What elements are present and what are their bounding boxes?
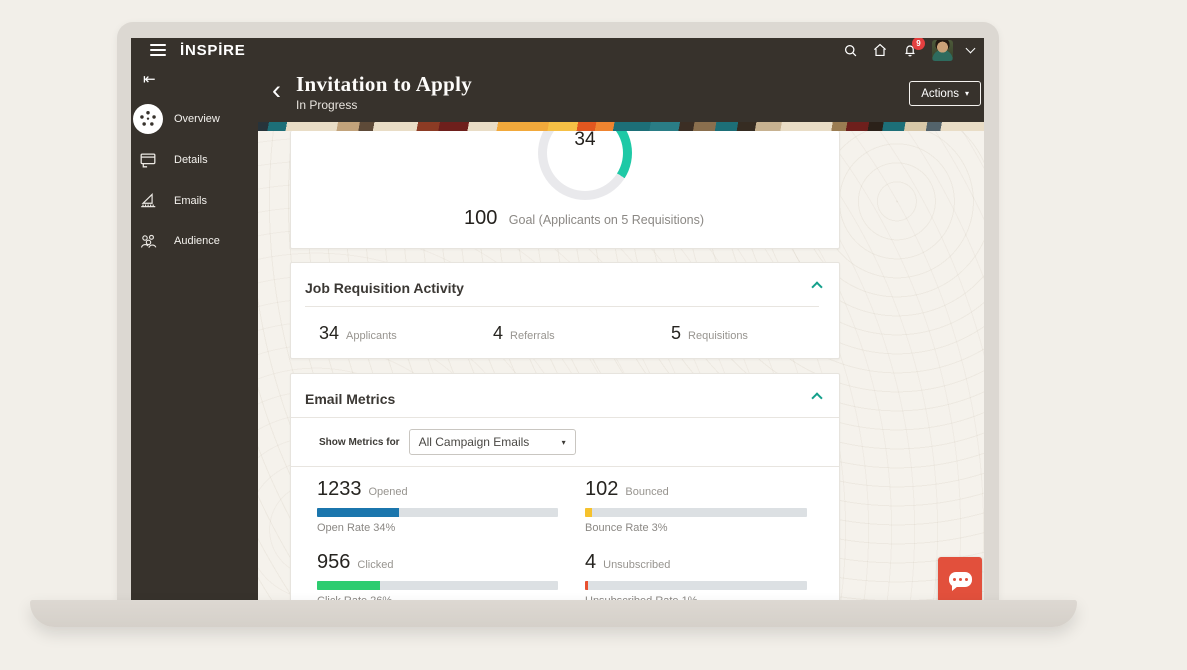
sidebar-item-details[interactable]: Details bbox=[131, 144, 258, 176]
home-icon[interactable] bbox=[872, 42, 888, 58]
metric-clicked: 956 Clicked Click Rate 26% bbox=[317, 551, 558, 600]
sidebar-item-label: Emails bbox=[174, 195, 207, 207]
laptop-base bbox=[30, 600, 1077, 627]
chat-support-button[interactable] bbox=[938, 557, 982, 600]
app-window: İNSPİRE 9 ⇤ bbox=[131, 38, 984, 600]
sidebar-nav: ⇤ Overview Details bbox=[131, 62, 258, 600]
overview-icon bbox=[133, 104, 163, 134]
chat-bubble-icon bbox=[949, 572, 972, 587]
user-avatar[interactable] bbox=[932, 40, 953, 61]
sidebar-item-emails[interactable]: Emails bbox=[131, 185, 258, 217]
hamburger-menu-icon[interactable] bbox=[150, 44, 166, 56]
section-title: Job Requisition Activity bbox=[305, 280, 819, 296]
notification-count-badge: 9 bbox=[912, 38, 925, 50]
section-title: Email Metrics bbox=[305, 391, 839, 407]
goal-target-label: Goal (Applicants on 5 Requisitions) bbox=[509, 213, 704, 227]
back-chevron-icon[interactable]: ‹ bbox=[272, 77, 281, 104]
notifications-bell-icon[interactable]: 9 bbox=[902, 42, 918, 58]
laptop-frame: İNSPİRE 9 ⇤ bbox=[117, 22, 999, 600]
sidebar-collapse-icon[interactable]: ⇤ bbox=[143, 70, 156, 88]
select-caret-icon: ▾ bbox=[562, 438, 566, 447]
clicked-progress-bar bbox=[317, 581, 558, 590]
sidebar-item-overview[interactable]: Overview bbox=[131, 103, 258, 135]
details-icon bbox=[133, 150, 163, 170]
sidebar-item-label: Overview bbox=[174, 113, 220, 125]
audience-icon bbox=[133, 231, 163, 251]
stat-referrals: 4 Referrals bbox=[493, 323, 671, 344]
opened-progress-bar bbox=[317, 508, 558, 517]
bounced-progress-bar bbox=[585, 508, 807, 517]
sidebar-item-label: Audience bbox=[174, 235, 220, 247]
goal-progress-card: 34 100 Goal (Applicants on 5 Requisition… bbox=[290, 131, 840, 249]
metric-opened: 1233 Opened Open Rate 34% bbox=[317, 478, 558, 534]
status-text: In Progress bbox=[296, 98, 472, 112]
user-menu-chevron-down-icon[interactable] bbox=[966, 44, 976, 54]
top-bar: İNSPİRE 9 bbox=[131, 38, 984, 62]
metric-unsubscribed: 4 Unsubscribed Unsubscribed Rate 1% bbox=[585, 551, 807, 600]
decorative-banner-image bbox=[258, 122, 984, 131]
goal-target-value: 100 bbox=[464, 207, 497, 229]
sidebar-item-audience[interactable]: Audience bbox=[131, 225, 258, 257]
goal-current-value: 34 bbox=[538, 131, 632, 151]
metric-bounced: 102 Bounced Bounce Rate 3% bbox=[585, 478, 807, 534]
stat-applicants: 34 Applicants bbox=[319, 323, 493, 344]
page-header: ‹ Invitation to Apply In Progress Action… bbox=[258, 62, 984, 122]
job-requisition-activity-card: Job Requisition Activity 34 Applicants 4… bbox=[290, 262, 840, 359]
search-icon[interactable] bbox=[843, 43, 858, 58]
page-content: 34 100 Goal (Applicants on 5 Requisition… bbox=[258, 131, 984, 600]
app-logo: İNSPİRE bbox=[180, 42, 246, 59]
unsubscribed-progress-bar bbox=[585, 581, 807, 590]
sidebar-item-label: Details bbox=[174, 154, 208, 166]
campaign-emails-select[interactable]: All Campaign Emails ▾ bbox=[409, 429, 576, 455]
actions-button[interactable]: Actions ▾ bbox=[909, 81, 981, 106]
page-title: Invitation to Apply bbox=[296, 72, 472, 97]
filter-label: Show Metrics for bbox=[319, 437, 400, 448]
emails-icon bbox=[133, 191, 163, 211]
actions-caret-icon: ▾ bbox=[965, 89, 969, 98]
email-metrics-card: Email Metrics Show Metrics for All Campa… bbox=[290, 373, 840, 600]
stat-requisitions: 5 Requisitions bbox=[671, 323, 748, 344]
